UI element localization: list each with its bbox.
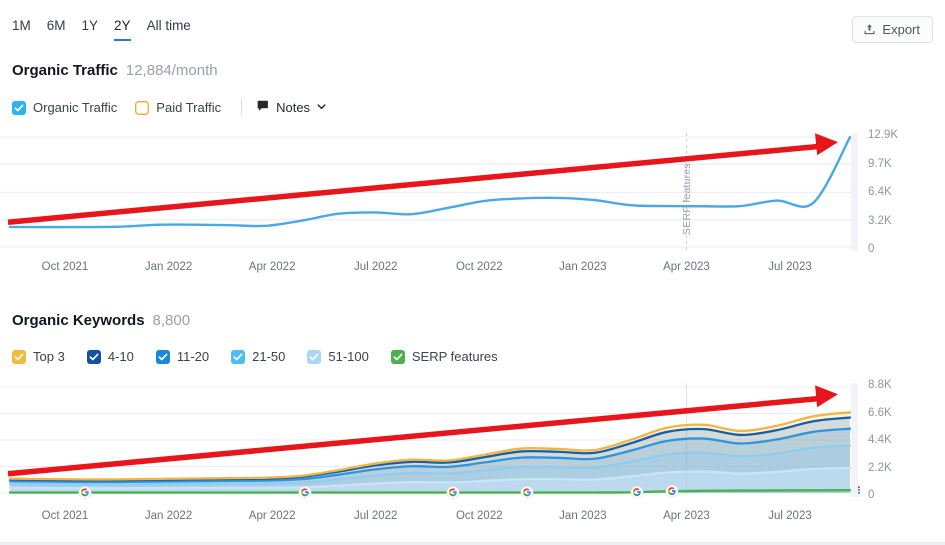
chevron-down-icon[interactable] [316, 100, 327, 115]
y-tick-label: 4.4K [868, 434, 892, 446]
checkbox-unchecked-icon[interactable] [135, 100, 150, 115]
period-6m[interactable]: 6M [47, 18, 66, 41]
y-tick-label: 9.7K [868, 157, 892, 170]
x-tick-label: Jan 2023 [559, 510, 607, 522]
y-tick-label: 0 [868, 489, 875, 501]
checkbox-checked-icon[interactable] [12, 349, 26, 364]
organic-keywords-legend: Top 3 4-10 11-20 21-50 51-100 SERP features [12, 349, 520, 364]
export-button[interactable]: Export [852, 16, 933, 43]
organic-keywords-value: 8,800 [152, 312, 191, 329]
organic-traffic-legend: Organic Traffic Paid Traffic Notes [12, 99, 327, 116]
legend-label: 4-10 [107, 349, 134, 364]
organic-traffic-y-axis: 12.9K 9.7K 6.4K 3.2K 0 [868, 129, 938, 255]
legend-item-top-3[interactable]: Top 3 [12, 349, 65, 364]
period-selector[interactable]: 1M 6M 1Y 2Y All time [12, 18, 191, 41]
organic-keywords-x-axis: Oct 2021 Jan 2022 Apr 2022 Jul 2022 Oct 2022… [0, 510, 860, 526]
period-1m[interactable]: 1M [12, 18, 31, 41]
keywords-chart-right-rail[interactable] [851, 383, 858, 497]
google-g-icon[interactable] [630, 485, 644, 499]
y-tick-label: 8.8K [868, 379, 892, 391]
serp-features-annotation-label: SERP features [681, 163, 694, 235]
google-g-icon[interactable] [665, 484, 679, 498]
y-tick-label: 2.2K [868, 461, 892, 474]
x-tick-label: Apr 2023 [663, 510, 710, 522]
x-tick-label: Apr 2023 [663, 261, 710, 273]
google-g-icon[interactable] [78, 486, 92, 499]
y-tick-label: 6.6K [868, 406, 892, 419]
notes-label: Notes [276, 100, 311, 115]
toolbar: 1M 6M 1Y 2Y All time Export [0, 0, 945, 52]
checkbox-checked-icon[interactable] [155, 349, 170, 364]
y-tick-label: 6.4K [868, 186, 892, 198]
x-tick-label: Jan 2023 [559, 261, 607, 273]
checkbox-checked-icon[interactable] [390, 349, 405, 364]
legend-label: 21-50 [252, 349, 286, 364]
x-tick-label: Jan 2022 [144, 261, 193, 273]
export-label: Export [882, 22, 920, 37]
x-tick-label: Jul 2022 [353, 261, 398, 273]
x-tick-label: Oct 2022 [455, 510, 503, 522]
upload-icon [863, 23, 876, 36]
legend-label: 11-20 [176, 349, 210, 364]
organic-traffic-heading: Organic Traffic 12,884/month [12, 62, 218, 79]
analytics-dashboard: 1M 6M 1Y 2Y All time Export Organic Traffic … [0, 0, 945, 545]
x-tick-label: Jan 2022 [144, 510, 193, 522]
organic-traffic-value: 12,884/month [125, 62, 218, 79]
google-g-icon[interactable] [446, 486, 460, 499]
y-tick-label: 0 [868, 243, 875, 255]
legend-item-serp-features[interactable]: SERP features [390, 349, 498, 364]
legend-item-organic-traffic[interactable]: Organic Traffic [12, 100, 117, 115]
organic-keywords-heading: Organic Keywords 8,800 [12, 312, 190, 329]
legend-item-21-50[interactable]: 21-50 [231, 349, 285, 364]
legend-label: Top 3 [33, 349, 65, 364]
legend-divider [241, 99, 243, 116]
legend-label: Paid Traffic [156, 100, 222, 115]
x-tick-label: Jul 2023 [768, 510, 812, 522]
x-tick-label: Oct 2021 [41, 510, 89, 522]
flag-icon [256, 99, 270, 116]
y-tick-label: 12.9K [868, 129, 899, 141]
organic-keywords-title: Organic Keywords [12, 312, 145, 329]
organic-keywords-y-axis: 8.8K 6.6K 4.4K 2.2K 0 [868, 379, 938, 501]
organic-keywords-chart[interactable] [0, 381, 860, 499]
uptrend-arrow [7, 133, 838, 226]
x-tick-label: Oct 2022 [455, 261, 503, 273]
x-tick-label: Jul 2022 [353, 510, 398, 522]
x-tick-label: Oct 2021 [41, 261, 89, 273]
y-tick-label: 3.2K [868, 214, 892, 227]
checkbox-checked-icon[interactable] [12, 100, 26, 115]
checkbox-checked-icon[interactable] [86, 349, 101, 364]
legend-item-4-10[interactable]: 4-10 [86, 349, 134, 364]
legend-item-paid-traffic[interactable]: Paid Traffic [135, 100, 221, 115]
notes-button[interactable]: Notes [256, 99, 327, 116]
x-tick-label: Jul 2023 [768, 261, 812, 273]
legend-item-11-20[interactable]: 11-20 [155, 349, 210, 364]
google-g-icon[interactable] [520, 486, 534, 499]
period-2y[interactable]: 2Y [114, 18, 131, 41]
x-tick-label: Apr 2022 [248, 261, 296, 273]
legend-item-51-100[interactable]: 51-100 [307, 349, 369, 364]
legend-label: Organic Traffic [33, 100, 118, 115]
period-1y[interactable]: 1Y [82, 18, 99, 41]
legend-label: SERP features [411, 349, 498, 364]
legend-label: 51-100 [328, 349, 369, 364]
checkbox-checked-icon[interactable] [231, 349, 246, 364]
organic-traffic-x-axis: Oct 2021 Jan 2022 Apr 2022 Jul 2022 Oct 2022… [0, 261, 860, 277]
period-all-time[interactable]: All time [147, 18, 191, 41]
google-g-icon[interactable] [298, 486, 312, 499]
checkbox-checked-icon[interactable] [307, 349, 322, 364]
x-tick-label: Apr 2022 [248, 510, 296, 522]
organic-traffic-chart[interactable]: SERP features [0, 131, 860, 253]
organic-traffic-title: Organic Traffic [12, 62, 118, 79]
chart-right-rail[interactable] [851, 133, 858, 251]
